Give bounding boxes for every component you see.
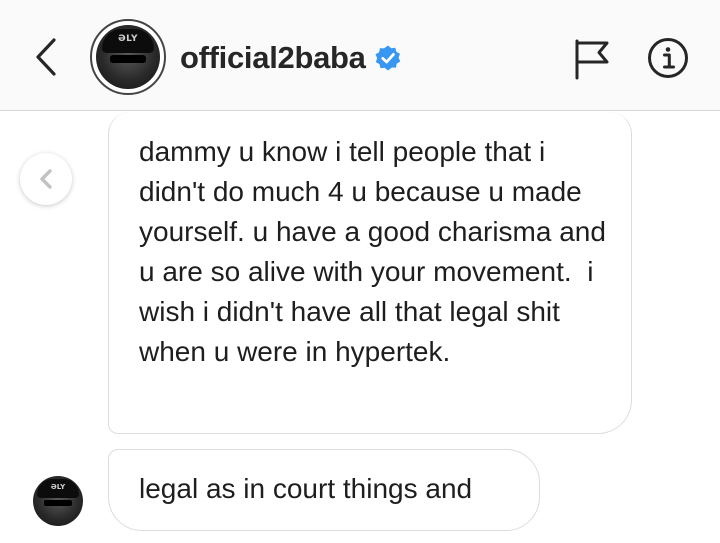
verified-badge-icon: [375, 45, 400, 71]
username[interactable]: official2baba: [180, 40, 366, 76]
older-messages-button[interactable]: [20, 153, 72, 205]
message-text: legal as in court things and: [139, 473, 473, 504]
chevron-left-icon: [36, 38, 56, 76]
profile-avatar[interactable]: ƏLY: [90, 19, 166, 95]
info-button[interactable]: [647, 37, 689, 79]
chevron-left-icon: [40, 169, 52, 189]
username-row[interactable]: official2baba: [180, 36, 402, 80]
back-button[interactable]: [28, 34, 64, 80]
info-icon: [648, 38, 688, 78]
sunglasses-shape: [44, 500, 72, 506]
report-button[interactable]: [573, 38, 611, 80]
chat-header: ƏLY official2baba: [0, 0, 720, 111]
cap-logo-text: ƏLY: [50, 483, 66, 491]
avatar-image: ƏLY: [96, 25, 160, 89]
cap-logo-text: ƏLY: [118, 34, 138, 44]
sender-avatar[interactable]: ƏLY: [33, 476, 83, 526]
sunglasses-shape: [110, 55, 146, 63]
flag-icon: [575, 39, 609, 80]
message-text: dammy u know i tell people that i didn't…: [139, 136, 614, 367]
message-bubble[interactable]: legal as in court things and: [108, 449, 540, 531]
message-bubble[interactable]: dammy u know i tell people that i didn't…: [108, 112, 632, 434]
